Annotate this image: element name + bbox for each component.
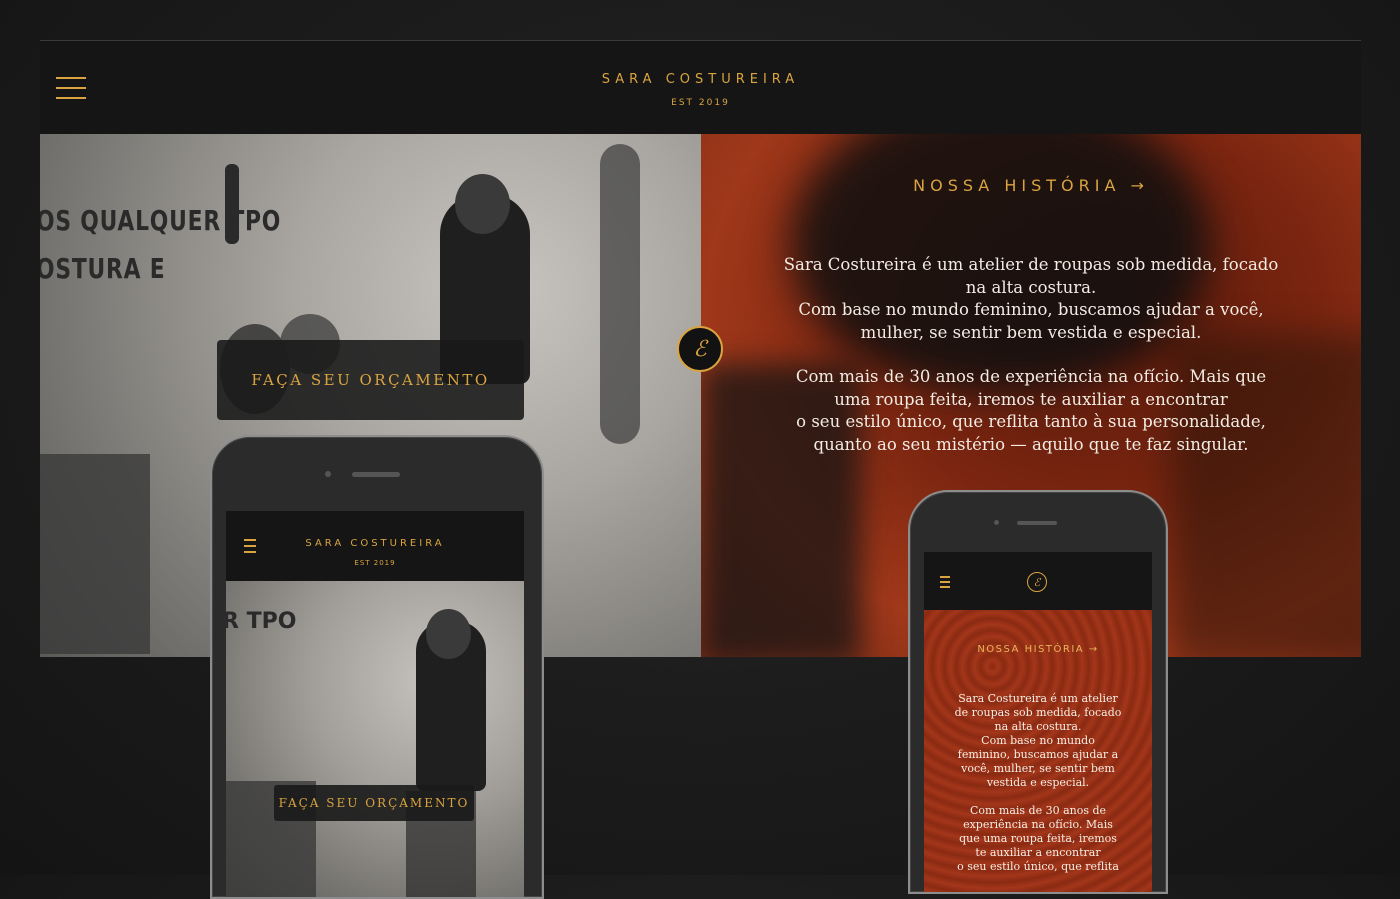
history-line: que uma roupa feita, iremos [959, 832, 1117, 845]
history-line: Com mais de 30 anos de [969, 804, 1107, 817]
quote-button[interactable]: FAÇA SEU ORÇAMENTO [217, 340, 524, 420]
phone-mockup-left: SARA COSTUREIRA EST 2019 R TPO FAÇA SEU … [210, 435, 544, 899]
monogram-logo-icon: ℰ [677, 326, 723, 372]
hamburger-icon[interactable] [940, 576, 950, 588]
history-line: quanto ao seu mistério — aquilo que te f… [813, 434, 1249, 454]
history-line: Com base no mundo feminino, buscamos aju… [798, 300, 1264, 319]
history-text: Sara Costureira é um atelier de roupas s… [741, 254, 1321, 478]
wall-text-2: OSTURA E [40, 252, 166, 285]
phone-screen: ℰ NOSSA HISTÓRIA → Sara Costureira é um … [924, 552, 1152, 892]
history-line: Com base no mundo [981, 734, 1095, 747]
woman-head [426, 609, 471, 659]
history-line: Sara Costureira é um atelier de roupas s… [783, 255, 1279, 274]
phone-history-section: NOSSA HISTÓRIA → Sara Costureira é um at… [924, 610, 1152, 892]
phone-header: SARA COSTUREIRA EST 2019 [226, 511, 524, 581]
wall-text-1: OS QUALQUER TPO [40, 204, 282, 237]
woman-head [455, 174, 510, 234]
phone-header: ℰ [924, 552, 1152, 610]
mirror-frame [600, 144, 640, 444]
phone-est: EST 2019 [354, 559, 396, 567]
history-line: você, mulher, se sentir bem [961, 762, 1115, 775]
brand-est: EST 2019 [671, 98, 730, 108]
phone-wall-text: R TPO [226, 609, 297, 634]
history-line: te auxiliar a encontrar [975, 846, 1101, 859]
phone-history-link[interactable]: NOSSA HISTÓRIA → [924, 644, 1152, 655]
site-brand[interactable]: SARA COSTUREIRA [40, 72, 1361, 87]
phone-camera [994, 520, 999, 525]
history-line: o seu estilo único, que reflita [957, 860, 1119, 873]
phone-speaker [352, 472, 400, 477]
history-line: experiência na ofício. Mais [963, 818, 1113, 831]
phone-speaker [1017, 521, 1057, 525]
phone-camera [325, 471, 331, 477]
phone-history-text: Sara Costureira é um atelier de roupas s… [944, 692, 1132, 888]
phone-hero-photo: R TPO [226, 581, 524, 897]
phone-brand[interactable]: SARA COSTUREIRA [226, 538, 524, 549]
history-line: feminino, buscamos ajudar a [957, 748, 1119, 761]
history-line: Sara Costureira é um atelier [958, 692, 1118, 705]
history-line: o seu estilo único, que reflita tanto à … [796, 412, 1266, 431]
table-left [40, 454, 150, 654]
history-link[interactable]: NOSSA HISTÓRIA → [701, 176, 1361, 195]
hanging-object [225, 164, 239, 244]
history-line: na alta costura. [994, 720, 1082, 733]
history-line: de roupas sob medida, focado [954, 706, 1122, 719]
history-line: vestida e especial. [986, 776, 1090, 789]
phone-screen: SARA COSTUREIRA EST 2019 R TPO FAÇA SEU … [226, 511, 524, 897]
phone-mockup-right: ℰ NOSSA HISTÓRIA → Sara Costureira é um … [908, 490, 1168, 894]
history-line: Com mais de 30 anos de experiência na of… [795, 367, 1267, 386]
monogram-logo-icon[interactable]: ℰ [1027, 572, 1047, 592]
phone-quote-button[interactable]: FAÇA SEU ORÇAMENTO [274, 785, 474, 821]
site-header: SARA COSTUREIRA EST 2019 [40, 41, 1361, 134]
history-line: mulher, se sentir bem vestida e especial… [860, 322, 1202, 342]
history-line: uma roupa feita, iremos te auxiliar a en… [834, 389, 1228, 409]
history-line: na alta costura. [965, 277, 1097, 297]
